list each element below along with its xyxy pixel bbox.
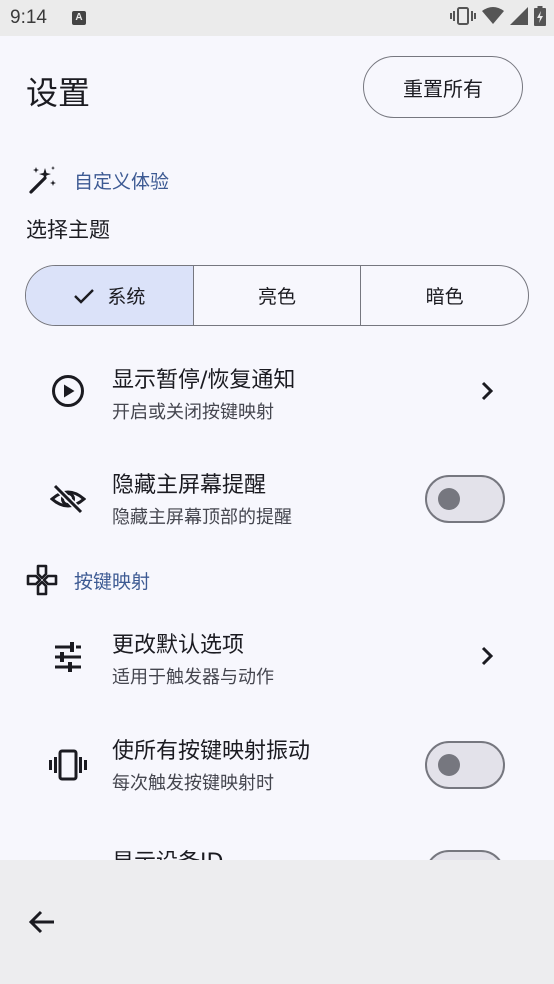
section-label-keymaps: 按键映射 bbox=[74, 570, 151, 593]
gamepad-icon bbox=[26, 564, 58, 596]
arrow-back-icon bbox=[28, 910, 56, 938]
theme-option-label: 系统 bbox=[107, 286, 146, 308]
setting-title: 隐藏主屏幕提醒 bbox=[112, 473, 267, 498]
vibration-icon bbox=[48, 745, 88, 785]
notification-a-icon: A bbox=[72, 11, 86, 25]
theme-segmented-control: 系统 亮色 暗色 bbox=[25, 265, 529, 326]
page-title: 设置 bbox=[26, 74, 91, 112]
settings-screen: 9:14 A 设置 重置所有 自定义体验 选择主题 系统 亮色 暗色 显示暂停/… bbox=[0, 0, 554, 984]
theme-option-label: 暗色 bbox=[425, 286, 464, 308]
hide-home-reminder-toggle[interactable] bbox=[425, 475, 505, 523]
setting-subtitle: 隐藏主屏幕顶部的提醒 bbox=[112, 507, 292, 528]
setting-subtitle: 每次触发按键映射时 bbox=[112, 773, 274, 794]
setting-vibrate-all[interactable]: 使所有按键映射振动 每次触发按键映射时 bbox=[0, 717, 554, 807]
setting-title: 使所有按键映射振动 bbox=[112, 739, 311, 764]
wifi-icon bbox=[482, 7, 504, 29]
battery-charging-icon bbox=[534, 6, 546, 30]
reset-all-button[interactable]: 重置所有 bbox=[363, 56, 523, 118]
signal-icon bbox=[510, 7, 528, 29]
setting-title: 更改默认选项 bbox=[112, 633, 245, 658]
visibility-off-icon bbox=[48, 479, 88, 519]
chevron-right-icon bbox=[474, 643, 500, 669]
toggle-thumb bbox=[438, 488, 460, 510]
status-icons bbox=[450, 6, 546, 30]
setting-subtitle: 开启或关闭按键映射 bbox=[112, 402, 274, 423]
chevron-right-icon bbox=[474, 378, 500, 404]
section-customize: 自定义体验 bbox=[26, 162, 169, 198]
theme-option-system[interactable]: 系统 bbox=[26, 266, 194, 325]
status-bar: 9:14 A bbox=[0, 0, 554, 36]
status-time: 9:14 bbox=[10, 7, 47, 28]
vibrate-icon bbox=[450, 6, 476, 30]
check-icon bbox=[73, 287, 95, 305]
setting-hide-home-reminder[interactable]: 隐藏主屏幕提醒 隐藏主屏幕顶部的提醒 bbox=[0, 451, 554, 541]
setting-show-device-id[interactable]: 显示设备ID bbox=[0, 822, 554, 860]
tune-icon bbox=[48, 637, 88, 677]
section-keymaps: 按键映射 bbox=[26, 562, 150, 598]
setting-change-defaults[interactable]: 更改默认选项 适用于触发器与动作 bbox=[0, 611, 554, 701]
settings-content[interactable]: 设置 重置所有 自定义体验 选择主题 系统 亮色 暗色 显示暂停/恢复通知 开启… bbox=[0, 36, 554, 860]
theme-option-light[interactable]: 亮色 bbox=[194, 266, 362, 325]
theme-option-label: 亮色 bbox=[258, 286, 297, 308]
setting-subtitle: 适用于触发器与动作 bbox=[112, 667, 274, 688]
setting-pause-notification[interactable]: 显示暂停/恢复通知 开启或关闭按键映射 bbox=[0, 346, 554, 436]
section-label-customize: 自定义体验 bbox=[74, 170, 170, 193]
back-button[interactable] bbox=[22, 904, 62, 944]
choose-theme-label: 选择主题 bbox=[26, 218, 110, 242]
play-circle-icon bbox=[48, 371, 88, 411]
setting-title: 显示暂停/恢复通知 bbox=[112, 368, 296, 393]
setting-title: 显示设备ID bbox=[112, 844, 223, 860]
show-device-id-toggle[interactable] bbox=[425, 850, 505, 860]
theme-option-dark[interactable]: 暗色 bbox=[361, 266, 528, 325]
toggle-thumb bbox=[438, 754, 460, 776]
bottom-app-bar bbox=[0, 860, 554, 984]
magic-wand-icon bbox=[26, 164, 58, 196]
vibrate-all-toggle[interactable] bbox=[425, 741, 505, 789]
